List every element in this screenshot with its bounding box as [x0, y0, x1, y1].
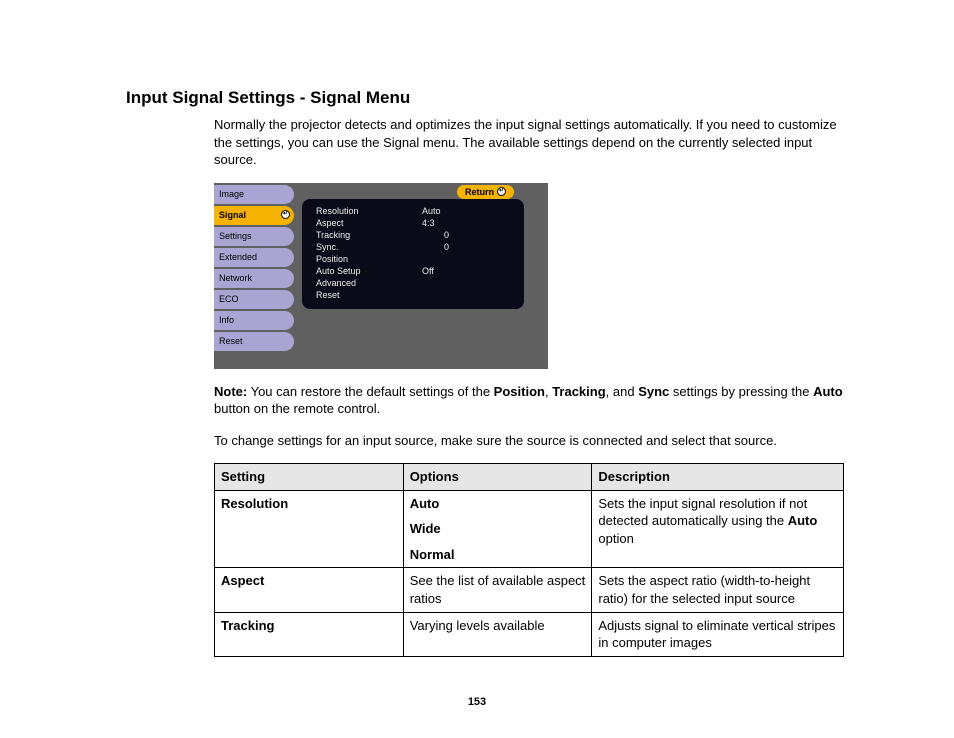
instruction-text: To change settings for an input source, … — [214, 432, 844, 450]
osd-tab-info: Info — [214, 311, 294, 330]
table-row: Tracking Varying levels available Adjust… — [215, 612, 844, 656]
osd-item: Auto SetupOff — [316, 265, 510, 277]
table-row: Aspect See the list of available aspect … — [215, 568, 844, 612]
settings-table: Setting Options Description Resolution A… — [214, 463, 844, 656]
osd-tab-settings: Settings — [214, 227, 294, 246]
osd-main: Return ↵ ResolutionAuto Aspect4:3 Tracki… — [294, 183, 548, 369]
cell-setting: Aspect — [215, 568, 404, 612]
note-text: Note: You can restore the default settin… — [214, 383, 844, 418]
table-row: Resolution Auto Wide Normal Sets the inp… — [215, 490, 844, 568]
osd-tab-signal: Signal ↵ — [214, 206, 294, 225]
cell-setting: Tracking — [215, 612, 404, 656]
osd-return-label: Return — [465, 186, 494, 198]
option-item: Wide — [410, 520, 586, 538]
enter-icon: ↵ — [497, 187, 506, 196]
osd-tab-signal-label: Signal — [219, 209, 246, 221]
osd-item: Position — [316, 253, 510, 265]
osd-tab-reset: Reset — [214, 332, 294, 351]
osd-item: ResolutionAuto — [316, 205, 510, 217]
osd-sidebar: Image Signal ↵ Settings Extended Network… — [214, 183, 294, 369]
osd-screenshot: Image Signal ↵ Settings Extended Network… — [214, 183, 548, 369]
osd-item: Tracking0 — [316, 229, 510, 241]
table-header-row: Setting Options Description — [215, 464, 844, 491]
page-number: 153 — [0, 696, 954, 708]
col-options: Options — [403, 464, 592, 491]
cell-options: Auto Wide Normal — [403, 490, 592, 568]
osd-item: Sync.0 — [316, 241, 510, 253]
osd-tab-image: Image — [214, 185, 294, 204]
option-item: Normal — [410, 546, 586, 564]
osd-item: Aspect4:3 — [316, 217, 510, 229]
cell-description: Sets the aspect ratio (width-to-height r… — [592, 568, 844, 612]
osd-tab-extended: Extended — [214, 248, 294, 267]
col-description: Description — [592, 464, 844, 491]
col-setting: Setting — [215, 464, 404, 491]
osd-return-button: Return ↵ — [457, 185, 514, 199]
page-title: Input Signal Settings - Signal Menu — [126, 88, 844, 108]
cell-description: Adjusts signal to eliminate vertical str… — [592, 612, 844, 656]
option-item: Auto — [410, 495, 586, 513]
osd-item: Reset — [316, 289, 510, 301]
cell-options: See the list of available aspect ratios — [403, 568, 592, 612]
enter-icon: ↵ — [281, 210, 290, 219]
cell-options: Varying levels available — [403, 612, 592, 656]
intro-text: Normally the projector detects and optim… — [214, 116, 844, 169]
osd-panel: ResolutionAuto Aspect4:3 Tracking0 Sync.… — [302, 199, 524, 309]
cell-setting: Resolution — [215, 490, 404, 568]
osd-tab-network: Network — [214, 269, 294, 288]
osd-tab-eco: ECO — [214, 290, 294, 309]
cell-description: Sets the input signal resolution if not … — [592, 490, 844, 568]
osd-item: Advanced — [316, 277, 510, 289]
